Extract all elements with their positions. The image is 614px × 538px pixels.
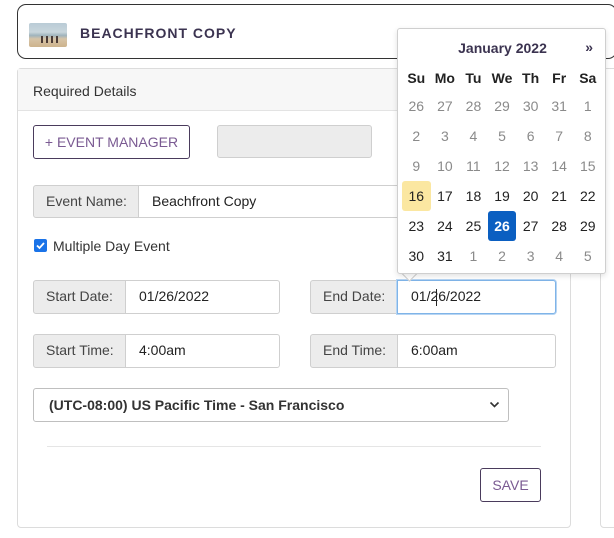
calendar-grid: Su Mo Tu We Th Fr Sa 26 27 28 29 30 31 1 2 3 4 5 6 7 8 9 10 11… (402, 69, 602, 271)
calendar-day[interactable]: 9 (402, 151, 431, 181)
multiple-day-label: Multiple Day Event (53, 238, 170, 254)
calendar-day[interactable]: 21 (545, 181, 574, 211)
start-time-input[interactable]: 4:00am (125, 334, 280, 368)
calendar-day[interactable]: 28 (545, 211, 574, 241)
weekday-label: We (491, 70, 513, 86)
calendar-day[interactable]: 26 (402, 91, 431, 121)
timezone-selected-value: (UTC-08:00) US Pacific Time - San Franci… (49, 397, 345, 413)
calendar-day[interactable]: 2 (488, 241, 517, 271)
calendar-day[interactable]: 26 (487, 211, 517, 241)
calendar-day[interactable]: 18 (459, 181, 488, 211)
event-manager-button[interactable]: + EVENT MANAGER (33, 125, 190, 159)
calendar-week-row: 2345678 (402, 121, 602, 151)
calendar-day[interactable]: 5 (488, 121, 517, 151)
calendar-day[interactable]: 11 (459, 151, 488, 181)
calendar-day[interactable]: 15 (573, 151, 602, 181)
timezone-select[interactable]: (UTC-08:00) US Pacific Time - San Franci… (33, 388, 509, 422)
calendar-week-row: 26 27 28 29 30 31 1 (402, 91, 602, 121)
calendar-day[interactable]: 30 (402, 241, 431, 271)
weekday-label: Th (522, 70, 540, 86)
calendar-day[interactable]: 31 (545, 91, 574, 121)
text-cursor (436, 289, 437, 306)
calendar-day[interactable]: 12 (488, 151, 517, 181)
weekday-label: Fr (552, 70, 567, 86)
weekday-header: Su Mo Tu We Th Fr Sa (402, 69, 602, 91)
weekday-label: Su (407, 70, 426, 86)
calendar-day[interactable]: 23 (402, 211, 431, 241)
calendar-day[interactable]: 17 (431, 181, 460, 211)
calendar-day[interactable]: 27 (516, 211, 545, 241)
calendar-week-row: 9 10 11 12 13 14 15 (402, 151, 602, 181)
start-date-label: Start Date: (33, 280, 126, 314)
calendar-day[interactable]: 24 (431, 211, 460, 241)
start-date-input[interactable]: 01/26/2022 (125, 280, 280, 314)
calendar-day[interactable]: 10 (431, 151, 460, 181)
calendar-day[interactable]: 6 (516, 121, 545, 151)
calendar-day[interactable]: 30 (516, 91, 545, 121)
calendar-day[interactable]: 13 (516, 151, 545, 181)
calendar-day[interactable]: 4 (545, 241, 574, 271)
event-name-label: Event Name: (33, 185, 139, 218)
calendar-day[interactable]: 16 (402, 181, 431, 211)
event-thumbnail-image (29, 23, 67, 47)
weekday-label: Sa (579, 70, 597, 86)
calendar-day[interactable]: 2 (402, 121, 431, 151)
save-button[interactable]: SAVE (480, 468, 541, 502)
event-name-input[interactable]: Beachfront Copy (138, 185, 400, 218)
calendar-day[interactable]: 3 (516, 241, 545, 271)
weekday-label: Tu (465, 70, 482, 86)
end-time-input[interactable]: 6:00am (397, 334, 556, 368)
calendar-day[interactable]: 19 (488, 181, 517, 211)
calendar-month-title[interactable]: January 2022 (398, 40, 607, 56)
event-title: BEACHFRONT COPY (80, 25, 237, 41)
calendar-week-row: 30 31 1 2 3 4 5 (402, 241, 602, 271)
calendar-day[interactable]: 4 (459, 121, 488, 151)
calendar-day[interactable]: 22 (573, 181, 602, 211)
end-date-input[interactable]: 01/26/2022 (397, 280, 556, 314)
divider (47, 446, 541, 447)
calendar-day[interactable]: 7 (545, 121, 574, 151)
calendar-day[interactable]: 29 (573, 211, 602, 241)
calendar-weeks: 26 27 28 29 30 31 1 2 3 4 5 6 7 8 9 10 11 12 13 14 15 16 17 18 1… (402, 91, 602, 271)
multiple-day-checkbox[interactable] (34, 239, 47, 252)
start-time-label: Start Time: (33, 334, 126, 368)
chevron-down-icon (489, 389, 500, 433)
calendar-day[interactable]: 1 (459, 241, 488, 271)
calendar-week-row: 23 24 25 26 27 28 29 (402, 211, 602, 241)
calendar-day[interactable]: 5 (573, 241, 602, 271)
calendar-day[interactable]: 27 (431, 91, 460, 121)
end-date-label: End Date: (310, 280, 398, 314)
weekday-label: Mo (434, 70, 455, 86)
disabled-field (217, 125, 372, 158)
end-time-label: End Time: (310, 334, 398, 368)
calendar-day[interactable]: 8 (573, 121, 602, 151)
calendar-day[interactable]: 29 (488, 91, 517, 121)
calendar-day[interactable]: 28 (459, 91, 488, 121)
calendar-day[interactable]: 25 (459, 211, 488, 241)
calendar-day[interactable]: 20 (516, 181, 545, 211)
calendar-week-row: 16 17 18 19 20 21 22 (402, 181, 602, 211)
card-title: Required Details (33, 83, 137, 99)
datepicker-popup: January 2022 » Su Mo Tu We Th Fr Sa 26 27 28 29 30… (397, 28, 606, 274)
calendar-day[interactable]: 1 (573, 91, 602, 121)
calendar-day[interactable]: 31 (431, 241, 460, 271)
checkmark-icon (36, 242, 45, 250)
next-month-icon[interactable]: » (585, 39, 593, 55)
calendar-day[interactable]: 14 (545, 151, 574, 181)
calendar-day[interactable]: 3 (431, 121, 460, 151)
